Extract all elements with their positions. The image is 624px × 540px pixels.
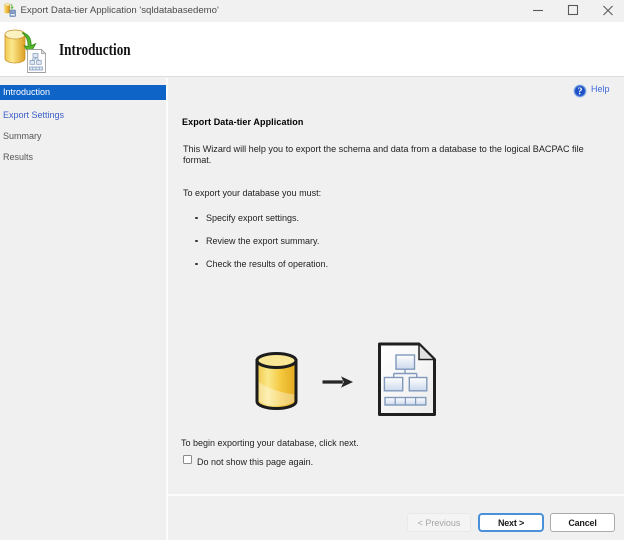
svg-text:?: ? <box>578 86 583 97</box>
